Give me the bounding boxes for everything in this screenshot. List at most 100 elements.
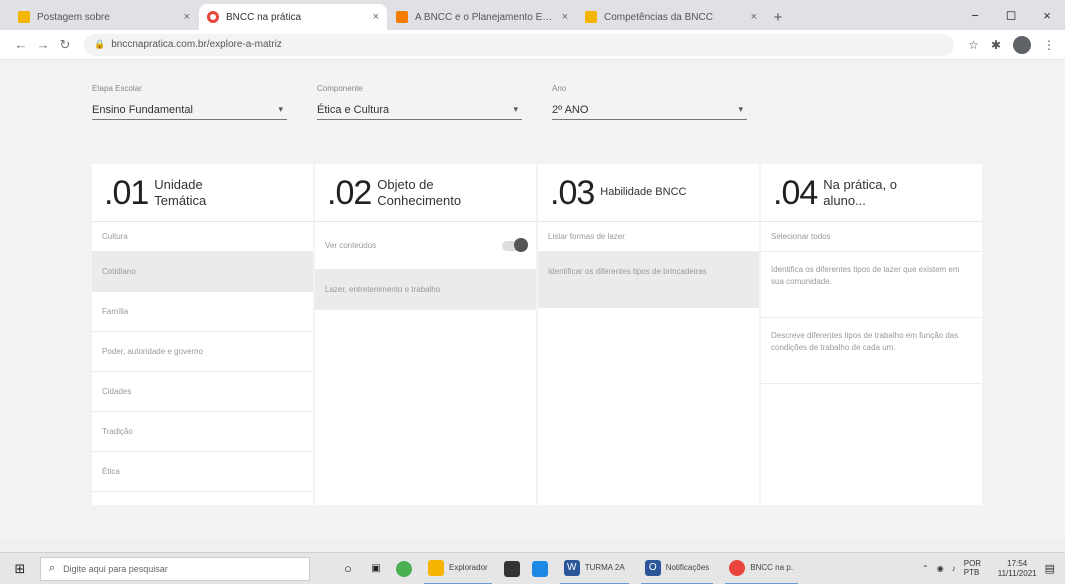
column-number: .02 <box>327 173 372 212</box>
toggle-knob <box>514 237 528 252</box>
tab-favicon-icon <box>18 11 30 23</box>
matrix-grid: .01 Unidade Temática Cultura Cotidiano F… <box>92 164 982 505</box>
task-view-icon[interactable]: ▣ <box>368 561 384 577</box>
column-objeto-conhecimento: .02 Objeto de Conhecimento Ver conteúdos… <box>315 164 536 505</box>
filter-label: Etapa Escolar <box>92 84 142 93</box>
browser-tab-2[interactable]: A BNCC e o Planejamento Esco × <box>388 4 576 30</box>
chevron-down-icon: ▾ <box>278 104 283 114</box>
notifications-icon[interactable]: ▤ <box>1045 562 1055 575</box>
column-habilidade-bncc: .03 Habilidade BNCC Listar formas de laz… <box>538 164 759 505</box>
list-item-selected[interactable]: Cotidiano <box>92 252 313 292</box>
taskbar-app-label: BNCC na p... <box>750 563 795 572</box>
browser-tab-1[interactable]: BNCC na prática × <box>199 4 387 30</box>
cortana-circle-icon[interactable]: ○ <box>340 561 356 577</box>
select-all-item[interactable]: Selecionar todos <box>761 222 982 252</box>
chrome-icon[interactable] <box>396 560 412 577</box>
column-title: Na prática, o aluno... <box>823 176 897 208</box>
close-icon[interactable]: × <box>373 11 379 23</box>
ver-conteudos-toggle[interactable] <box>502 237 528 252</box>
windows-start-icon[interactable]: ⊞ <box>0 553 40 584</box>
browser-tab-0[interactable]: Postagem sobre × <box>10 4 198 30</box>
list-item[interactable]: Descreve diferentes tipos de trabalho em… <box>761 318 982 384</box>
column-header: .02 Objeto de Conhecimento <box>315 164 536 222</box>
column-na-pratica: .04 Na prática, o aluno... Selecionar to… <box>761 164 982 505</box>
taskbar-app-1[interactable]: W TURMA 2A <box>559 553 629 584</box>
ano-select[interactable]: 2º ANO ▾ <box>552 100 747 120</box>
minimize-button[interactable]: − <box>957 0 993 30</box>
search-placeholder: Digite aqui para pesquisar <box>63 563 168 574</box>
taskbar-search-input[interactable]: ⌕ Digite aqui para pesquisar <box>40 556 310 581</box>
taskbar-app-label: Explorador <box>449 563 488 572</box>
search-icon: ⌕ <box>49 562 56 574</box>
column-unidade-tematica: .01 Unidade Temática Cultura Cotidiano F… <box>92 164 313 505</box>
list-item[interactable]: Família <box>92 292 313 332</box>
close-icon[interactable]: × <box>184 11 190 23</box>
list-item-selected[interactable]: Identificar os diferentes tipos de brinc… <box>538 252 759 308</box>
list-item[interactable]: Cidades <box>92 372 313 412</box>
list-item[interactable]: Tradição <box>92 412 313 452</box>
list-item[interactable]: Ética <box>92 452 313 492</box>
store-icon[interactable] <box>503 560 520 577</box>
taskbar-app-2[interactable]: O Notificações <box>640 553 714 584</box>
close-window-button[interactable]: × <box>1029 0 1065 30</box>
browser-tab-strip: Postagem sobre × BNCC na prática × A BNC… <box>0 0 1065 30</box>
mail-icon[interactable] <box>531 560 548 577</box>
network-icon[interactable]: ◉ <box>937 564 944 573</box>
maximize-button[interactable]: ◻ <box>993 0 1029 30</box>
page-content: Etapa Escolar Ensino Fundamental ▾ Compo… <box>0 60 1065 540</box>
filter-label: Componente <box>317 84 363 93</box>
clock-date: 11/11/2021 <box>997 568 1037 578</box>
extensions-icon[interactable]: ✱ <box>991 38 1001 52</box>
url-text: bnccnapratica.com.br/explore-a-matriz <box>111 39 282 50</box>
column-title: Objeto de Conhecimento <box>377 176 462 208</box>
windows-taskbar: ⊞ ⌕ Digite aqui para pesquisar ○ ▣ Explo… <box>0 552 1065 584</box>
column-title: Habilidade BNCC <box>600 185 687 198</box>
taskbar-app-label: TURMA 2A <box>584 563 625 572</box>
chevron-down-icon: ▾ <box>513 104 518 114</box>
reload-icon[interactable]: ↻ <box>54 34 76 56</box>
folder-icon <box>428 559 444 576</box>
column-number: .04 <box>773 173 818 212</box>
lock-icon: 🔒 <box>94 39 106 49</box>
taskbar-clock[interactable]: 17:54 11/11/2021 <box>998 559 1037 578</box>
ver-conteudos-row: Ver conteúdos <box>315 222 536 270</box>
back-icon[interactable]: ← <box>10 34 32 56</box>
toggle-label: Ver conteúdos <box>325 241 377 250</box>
new-tab-button[interactable]: + <box>766 4 790 30</box>
clock-time: 17:54 <box>1007 558 1028 568</box>
tray-chevron-icon[interactable]: ⌃ <box>922 564 929 573</box>
taskbar-app-3[interactable]: BNCC na p... <box>725 553 799 584</box>
taskbar-app-0[interactable]: Explorador <box>424 553 492 584</box>
column-header: .01 Unidade Temática <box>92 164 313 222</box>
column-header: .04 Na prática, o aluno... <box>761 164 982 222</box>
menu-kebab-icon[interactable]: ⋮ <box>1043 38 1055 52</box>
forward-icon[interactable]: → <box>32 34 54 56</box>
browser-toolbar: ← → ↻ 🔒 bnccnapratica.com.br/explore-a-m… <box>0 30 1065 60</box>
address-bar[interactable]: 🔒 bnccnapratica.com.br/explore-a-matriz <box>84 33 954 56</box>
list-item[interactable]: Poder, autoridade e governo <box>92 332 313 372</box>
list-item[interactable]: Identifica os diferentes tipos de lazer … <box>761 252 982 318</box>
filter-label: Ano <box>552 84 567 93</box>
close-icon[interactable]: × <box>562 11 568 23</box>
etapa-select[interactable]: Ensino Fundamental ▾ <box>92 100 287 120</box>
word-icon: W <box>563 559 580 576</box>
outlook-icon: O <box>644 559 661 576</box>
componente-select[interactable]: Ética e Cultura ▾ <box>317 100 522 120</box>
list-item[interactable]: Cultura <box>92 222 313 252</box>
column-title: Unidade Temática <box>154 176 207 208</box>
select-value: Ensino Fundamental <box>92 103 193 116</box>
list-item[interactable]: Listar formas de lazer <box>538 222 759 252</box>
profile-avatar[interactable] <box>1013 35 1031 54</box>
column-number: .01 <box>104 173 149 212</box>
volume-icon[interactable]: ♪ <box>952 564 956 573</box>
list-item-selected[interactable]: Lazer, entretenimento e trabalho <box>315 270 536 310</box>
language-indicator[interactable]: POR PTB <box>964 559 990 578</box>
bookmark-star-icon[interactable]: ☆ <box>968 38 979 52</box>
browser-tab-3[interactable]: Competências da BNCC × <box>577 4 765 30</box>
filters-bar: Etapa Escolar Ensino Fundamental ▾ Compo… <box>92 84 747 120</box>
filter-componente: Componente Ética e Cultura ▾ <box>317 84 522 120</box>
tab-label: Competências da BNCC <box>604 11 713 23</box>
close-icon[interactable]: × <box>751 11 757 23</box>
chevron-down-icon: ▾ <box>738 104 743 114</box>
column-header: .03 Habilidade BNCC <box>538 164 759 222</box>
